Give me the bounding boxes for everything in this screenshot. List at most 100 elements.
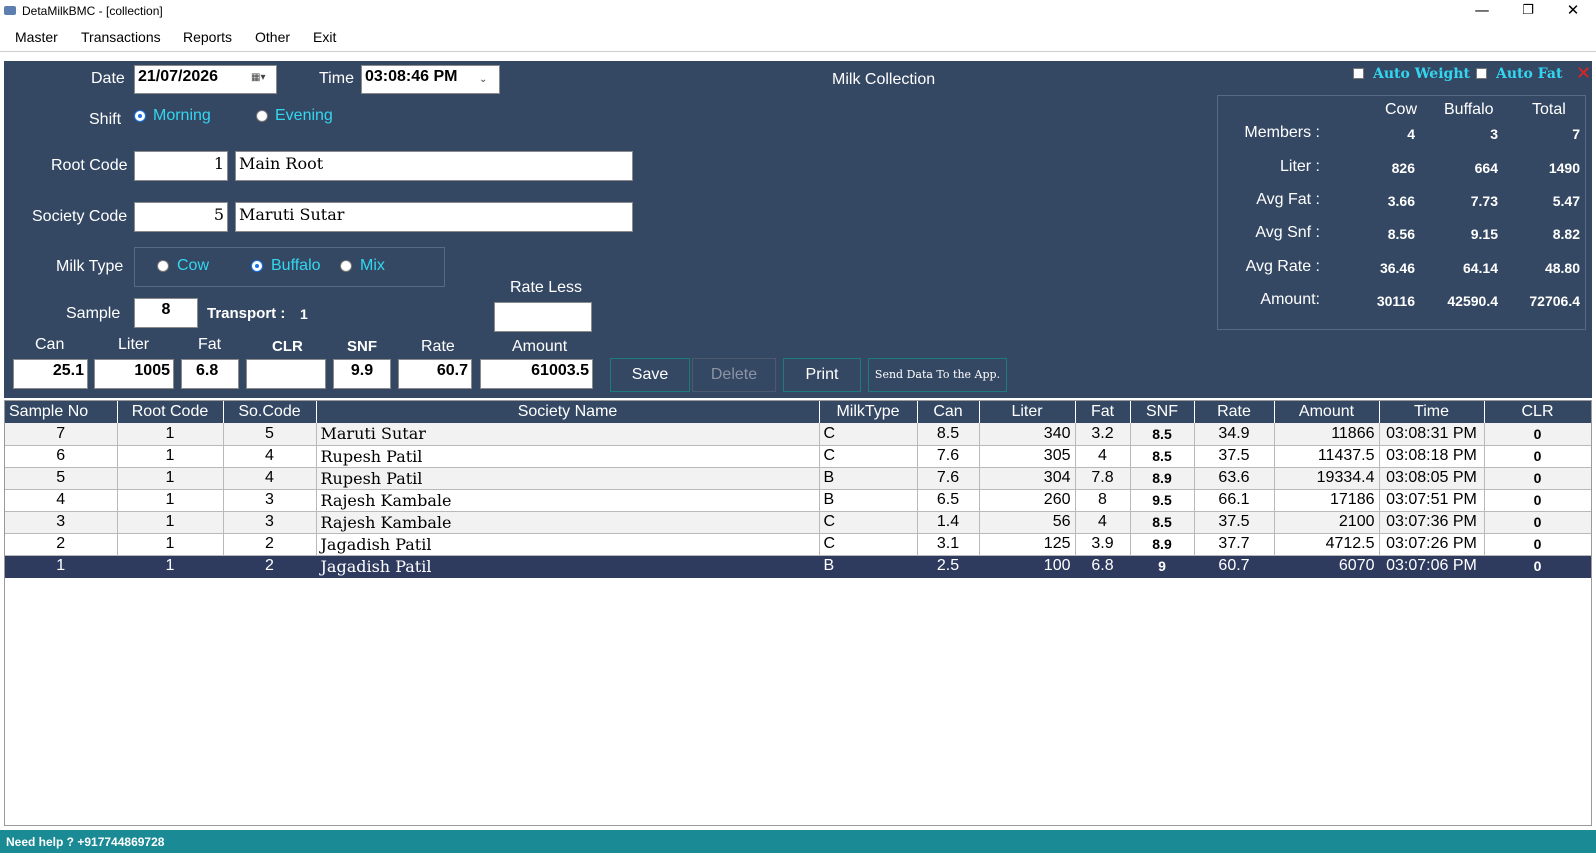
table-row[interactable]: 6 1 4 Rupesh Patil C 7.6 305 4 8.5 37.5 11437.5 03:…	[5, 445, 1591, 468]
print-button[interactable]: Print	[783, 358, 861, 392]
table-row[interactable]: 7 1 5 Maruti Sutar C 8.5 340 3.2 8.5 34.9 11866 03:…	[5, 423, 1591, 446]
table-cell: 6070	[1274, 555, 1380, 578]
menu-bar: Master Transactions Reports Other Exit	[0, 23, 1596, 52]
auto-weight-checkbox[interactable]	[1353, 68, 1364, 79]
table-cell: 3	[223, 511, 317, 534]
column-header[interactable]: Can	[917, 401, 980, 423]
column-header[interactable]: CLR	[1484, 401, 1591, 423]
column-header[interactable]: Fat	[1075, 401, 1131, 423]
shift-morning-radio[interactable]	[134, 110, 146, 122]
table-cell: 0	[1484, 533, 1591, 556]
summary-label: Amount:	[1260, 291, 1320, 308]
table-cell: 3	[223, 489, 317, 512]
table-cell: 4	[223, 467, 317, 490]
time-value: 03:08:46 PM	[365, 68, 458, 85]
table-cell: 37.7	[1194, 533, 1275, 556]
table-row[interactable]: 4 1 3 Rajesh Kambale B 6.5 260 8 9.5 66.1 17186 03:…	[5, 489, 1591, 512]
table-cell: C	[819, 423, 918, 446]
column-header[interactable]: SNF	[1130, 401, 1195, 423]
table-cell: 4712.5	[1274, 533, 1380, 556]
column-header[interactable]: Amount	[1274, 401, 1380, 423]
delete-button[interactable]: Delete	[692, 358, 776, 392]
milk-buffalo-radio[interactable]	[251, 260, 263, 272]
table-row[interactable]: 2 1 2 Jagadish Patil C 3.1 125 3.9 8.9 37.7 4712.5…	[5, 533, 1591, 556]
save-button[interactable]: Save	[610, 358, 690, 392]
sample-input[interactable]: 8	[134, 298, 198, 328]
table-cell: C	[819, 511, 918, 534]
root-code-input[interactable]: 1	[134, 151, 228, 181]
app-icon	[4, 6, 16, 15]
menu-reports[interactable]: Reports	[183, 29, 232, 45]
table-cell: 8.5	[1130, 445, 1195, 468]
menu-other[interactable]: Other	[255, 29, 290, 45]
send-data-button[interactable]: Send Data To the App.	[868, 358, 1007, 392]
society-code-input[interactable]: 5	[134, 202, 228, 232]
snf-label: SNF	[347, 338, 377, 355]
shift-evening-radio[interactable]	[256, 110, 268, 122]
table-cell: 1	[117, 445, 224, 468]
table-cell: 1	[117, 555, 224, 578]
can-input[interactable]: 25.1	[13, 359, 88, 389]
table-cell: 2100	[1274, 511, 1380, 534]
table-cell: 3.2	[1075, 423, 1131, 446]
rate-input[interactable]: 60.7	[398, 359, 472, 389]
close-window-button[interactable]: ✕	[1550, 0, 1596, 23]
table-row[interactable]: 3 1 3 Rajesh Kambale C 1.4 56 4 8.5 37.5 2100 03:07…	[5, 511, 1591, 534]
summary-total-value: 5.47	[1552, 193, 1580, 209]
column-header[interactable]: Rate	[1194, 401, 1275, 423]
close-form-icon[interactable]: ✕	[1576, 65, 1591, 83]
milk-cow-radio[interactable]	[157, 260, 169, 272]
maximize-button[interactable]: ❐	[1505, 0, 1551, 23]
table-cell: 9.5	[1130, 489, 1195, 512]
table-cell: B	[819, 489, 918, 512]
table-cell: 100	[979, 555, 1076, 578]
summary-label: Avg Fat :	[1256, 191, 1320, 208]
minimize-button[interactable]: —	[1459, 0, 1505, 23]
table-cell: 2.5	[917, 555, 980, 578]
column-header[interactable]: Sample No	[5, 401, 118, 423]
table-cell: 37.5	[1194, 445, 1275, 468]
milk-mix-radio[interactable]	[340, 260, 352, 272]
fat-label: Fat	[198, 336, 222, 353]
table-cell: 0	[1484, 489, 1591, 512]
column-header[interactable]: Time	[1379, 401, 1485, 423]
table-cell: 1	[5, 555, 118, 578]
menu-exit[interactable]: Exit	[313, 29, 336, 45]
snf-input[interactable]: 9.9	[333, 359, 391, 389]
chevron-down-icon[interactable]: ⌄	[479, 74, 487, 85]
menu-master[interactable]: Master	[15, 29, 58, 45]
menu-transactions[interactable]: Transactions	[81, 29, 161, 45]
column-header[interactable]: MilkType	[819, 401, 918, 423]
auto-fat-checkbox[interactable]	[1476, 68, 1487, 79]
collection-table[interactable]: Sample No Root Code So.Code Society Name Mil…	[4, 400, 1592, 826]
table-cell: 4	[1075, 511, 1131, 534]
society-name-input[interactable]: Maruti Sutar	[235, 202, 633, 232]
table-cell: Rajesh Kambale	[316, 511, 820, 534]
time-label: Time	[319, 70, 354, 87]
column-header[interactable]: So.Code	[223, 401, 317, 423]
table-row[interactable]: 1 1 2 Jagadish Patil B 2.5 100 6.8 9 60.7 6070 03:0…	[5, 555, 1591, 578]
table-cell: 1	[117, 511, 224, 534]
liter-input[interactable]: 1005	[94, 359, 174, 389]
rate-less-input[interactable]	[494, 302, 592, 332]
table-cell: 03:08:18 PM	[1379, 445, 1485, 468]
table-cell: 8	[1075, 489, 1131, 512]
window-title: DetaMilkBMC - [collection]	[22, 4, 163, 18]
fat-input[interactable]: 6.8	[181, 359, 239, 389]
table-cell: 03:08:05 PM	[1379, 467, 1485, 490]
table-cell: 2	[223, 533, 317, 556]
table-row[interactable]: 5 1 4 Rupesh Patil B 7.6 304 7.8 8.9 63.6 19334.4 0…	[5, 467, 1591, 490]
summary-cow-value: 826	[1391, 160, 1415, 176]
calendar-icon[interactable]: ▦▾	[251, 72, 265, 83]
sample-label: Sample	[66, 305, 121, 322]
table-header: Sample No Root Code So.Code Society Name Mil…	[5, 401, 1591, 423]
help-text: Need help ? +917744869728	[6, 835, 165, 849]
table-cell: 7.6	[917, 445, 980, 468]
column-header[interactable]: Root Code	[117, 401, 224, 423]
column-header[interactable]: Society Name	[316, 401, 820, 423]
amount-input[interactable]: 61003.5	[480, 359, 593, 389]
column-header[interactable]: Liter	[979, 401, 1076, 423]
clr-input[interactable]	[246, 359, 326, 389]
summary-buffalo-value: 9.15	[1470, 226, 1498, 242]
root-name-input[interactable]: Main Root	[235, 151, 633, 181]
